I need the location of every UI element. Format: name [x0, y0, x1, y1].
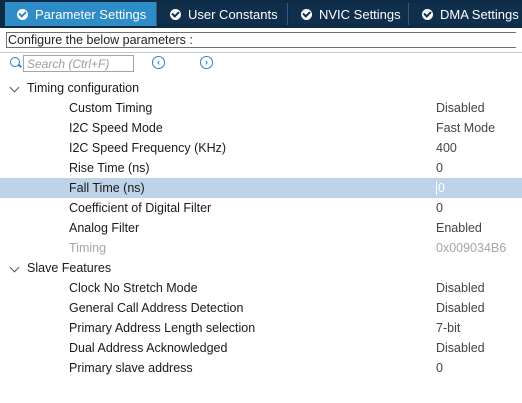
- param-value[interactable]: 400: [436, 141, 457, 155]
- param-name: Custom Timing: [69, 101, 153, 115]
- param-value[interactable]: 0: [436, 361, 443, 375]
- parameter-tree: Timing configuration Custom Timing Disab…: [0, 78, 522, 378]
- param-row[interactable]: Custom Timing Disabled: [0, 98, 522, 118]
- search-icon: [10, 57, 20, 67]
- param-row-disabled: Timing 0x009034B6: [0, 238, 522, 258]
- param-row[interactable]: Dual Address Acknowledged Disabled: [0, 338, 522, 358]
- param-row[interactable]: Primary Address Length selection 7-bit: [0, 318, 522, 338]
- param-row[interactable]: Rise Time (ns) 0: [0, 158, 522, 178]
- param-row[interactable]: Analog Filter Enabled: [0, 218, 522, 238]
- check-circle-icon: [170, 8, 181, 20]
- check-circle-icon: [422, 8, 433, 20]
- category-slave-features[interactable]: Slave Features: [0, 258, 522, 278]
- param-value[interactable]: 0: [436, 161, 443, 175]
- param-name: I2C Speed Mode: [69, 121, 163, 135]
- circle-arrow-right-icon[interactable]: ›: [200, 56, 213, 69]
- param-row[interactable]: General Call Address Detection Disabled: [0, 298, 522, 318]
- param-value[interactable]: Enabled: [436, 221, 482, 235]
- tab-nvic-settings[interactable]: NVIC Settings: [289, 3, 409, 25]
- param-name: Dual Address Acknowledged: [69, 341, 228, 355]
- param-name: Timing: [69, 241, 107, 255]
- param-row[interactable]: Primary slave address 0: [0, 358, 522, 378]
- tab-parameter-settings[interactable]: Parameter Settings: [5, 2, 157, 26]
- category-label: Slave Features: [27, 261, 112, 275]
- param-value[interactable]: Disabled: [436, 301, 485, 315]
- tab-bar: Parameter Settings User Constants NVIC S…: [0, 0, 522, 28]
- param-value[interactable]: 0: [436, 201, 443, 215]
- check-circle-icon: [301, 8, 312, 20]
- param-value[interactable]: Disabled: [436, 101, 485, 115]
- param-name: Primary Address Length selection: [69, 321, 256, 335]
- category-timing[interactable]: Timing configuration: [0, 78, 522, 98]
- param-value[interactable]: Fast Mode: [436, 121, 495, 135]
- tab-label: DMA Settings: [440, 6, 519, 22]
- param-name: Analog Filter: [69, 221, 140, 235]
- chevron-down-icon[interactable]: [9, 262, 20, 273]
- search-row: ‹ ›: [0, 53, 522, 75]
- search-input[interactable]: [23, 55, 134, 72]
- param-row[interactable]: Coefficient of Digital Filter 0: [0, 198, 522, 218]
- param-row[interactable]: Clock No Stretch Mode Disabled: [0, 278, 522, 298]
- param-name: Coefficient of Digital Filter: [69, 201, 212, 215]
- param-name: Clock No Stretch Mode: [69, 281, 198, 295]
- check-circle-icon: [17, 8, 28, 20]
- tab-user-constants[interactable]: User Constants: [158, 3, 288, 25]
- param-name: Fall Time (ns): [69, 181, 145, 195]
- tab-label: User Constants: [188, 6, 278, 22]
- param-value[interactable]: Disabled: [436, 281, 485, 295]
- param-value: 0x009034B6: [436, 241, 507, 255]
- circle-arrow-left-icon[interactable]: ‹: [152, 56, 165, 69]
- param-name: Rise Time (ns): [69, 161, 150, 175]
- tab-label: NVIC Settings: [319, 6, 401, 22]
- param-name: General Call Address Detection: [69, 301, 244, 315]
- param-row-selected[interactable]: Fall Time (ns) 0: [0, 178, 522, 198]
- tab-label: Parameter Settings: [35, 6, 147, 22]
- param-row[interactable]: I2C Speed Mode Fast Mode: [0, 118, 522, 138]
- param-value[interactable]: Disabled: [436, 341, 485, 355]
- configure-label: Configure the below parameters :: [6, 32, 516, 48]
- param-value-input[interactable]: 0: [436, 181, 445, 195]
- param-row[interactable]: I2C Speed Frequency (KHz) 400: [0, 138, 522, 158]
- chevron-down-icon[interactable]: [9, 82, 20, 93]
- param-name: Primary slave address: [69, 361, 193, 375]
- param-value[interactable]: 7-bit: [436, 321, 460, 335]
- configure-bar: Configure the below parameters :: [0, 28, 522, 53]
- tab-dma-settings[interactable]: DMA Settings: [410, 3, 522, 25]
- category-label: Timing configuration: [27, 81, 140, 95]
- param-name: I2C Speed Frequency (KHz): [69, 141, 227, 155]
